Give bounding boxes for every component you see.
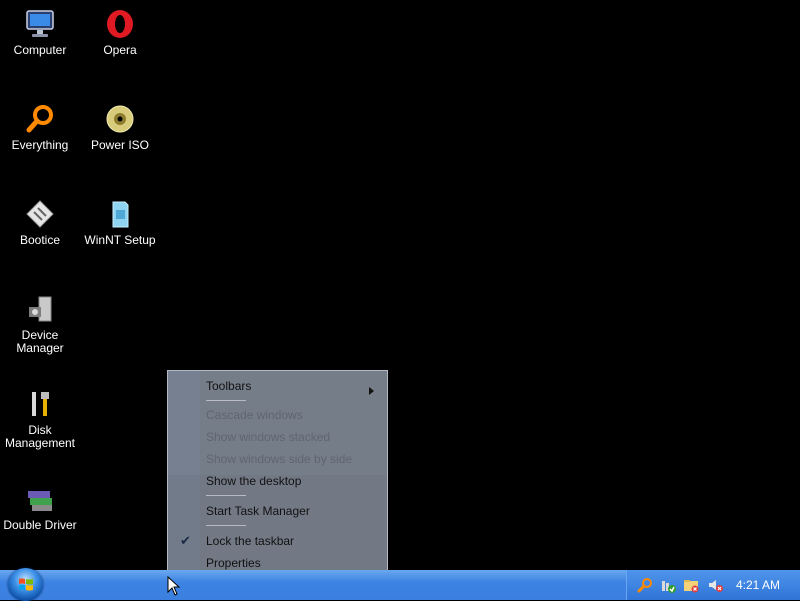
desktop-icon-label: Everything xyxy=(11,138,69,152)
disk-management-icon xyxy=(24,388,56,420)
desktop-icon-label: Double Driver xyxy=(3,518,77,532)
mouse-cursor-icon xyxy=(167,576,181,596)
opera-icon xyxy=(104,8,136,40)
menu-item-label: Show windows stacked xyxy=(206,430,331,444)
device-manager-icon xyxy=(24,293,56,325)
double-driver-icon xyxy=(24,483,56,515)
menu-item-show-the-desktop[interactable]: Show the desktop xyxy=(206,474,301,488)
menu-item-start-task-manager[interactable]: Start Task Manager xyxy=(206,504,310,518)
winnt-setup-icon xyxy=(104,198,136,230)
menu-item-label: Lock the taskbar xyxy=(206,534,295,548)
speaker-muted-icon[interactable] xyxy=(707,577,723,593)
folder-icon[interactable] xyxy=(683,577,699,593)
menu-item-label: Cascade windows xyxy=(206,408,303,422)
desktop-icon-label: WinNT Setup xyxy=(84,233,156,247)
clock[interactable]: 4:21 AM xyxy=(736,578,780,592)
desktop-icon-label: Device Manager xyxy=(16,328,64,355)
desktop-icon-computer[interactable]: Computer xyxy=(0,2,80,57)
menu-item-toolbars[interactable]: Toolbars xyxy=(206,379,384,395)
taskbar-context-menu: Toolbars Cascade windows Show windows st… xyxy=(167,370,388,576)
search-icon[interactable] xyxy=(637,577,653,593)
desktop-icon-opera[interactable]: Opera xyxy=(80,2,160,57)
menu-item-lock-the-taskbar[interactable]: Lock the taskbar xyxy=(206,534,294,548)
search-icon xyxy=(24,103,56,135)
desktop-icon-bootice[interactable]: Bootice xyxy=(0,192,80,247)
menu-separator xyxy=(206,525,246,526)
menu-item-show-windows-stacked[interactable]: Show windows stacked xyxy=(206,430,330,444)
desktop-icon-label: Bootice xyxy=(19,233,61,247)
menu-item-label: Show the desktop xyxy=(206,474,302,488)
shield-check-icon[interactable] xyxy=(660,577,676,593)
taskbar[interactable]: 4:21 AM xyxy=(0,568,800,601)
start-button[interactable] xyxy=(8,568,43,601)
menu-separator xyxy=(206,495,246,496)
system-tray: 4:21 AM xyxy=(626,570,800,600)
disc-icon xyxy=(104,103,136,135)
desktop-icon-device-manager[interactable]: Device Manager xyxy=(0,287,80,355)
desktop-icon-double-driver[interactable]: Double Driver xyxy=(0,477,80,532)
desktop-icon-label: Disk Management xyxy=(4,423,76,450)
desktop-icon-everything[interactable]: Everything xyxy=(0,97,80,152)
bootice-icon xyxy=(24,198,56,230)
desktop-icon-label: Computer xyxy=(13,43,67,57)
menu-item-label: Start Task Manager xyxy=(206,504,310,518)
windows-logo-icon xyxy=(19,578,33,591)
menu-separator xyxy=(206,400,246,401)
desktop-icon-winnt-setup[interactable]: WinNT Setup xyxy=(80,192,160,247)
menu-item-show-windows-side-by-side[interactable]: Show windows side by side xyxy=(206,452,352,466)
menu-item-label: Toolbars xyxy=(206,379,252,393)
menu-item-properties[interactable]: Properties xyxy=(206,556,261,570)
check-icon: ✔ xyxy=(180,533,191,548)
desktop: Computer Opera Everything Power ISO Boot… xyxy=(0,0,800,570)
submenu-arrow-icon xyxy=(369,387,374,395)
menu-item-label: Properties xyxy=(206,556,261,570)
desktop-icon-label: Opera xyxy=(103,43,137,57)
desktop-icon-disk-management[interactable]: Disk Management xyxy=(0,382,80,450)
menu-lower-highlight xyxy=(168,475,387,575)
menu-item-label: Show windows side by side xyxy=(206,452,353,466)
computer-icon xyxy=(24,8,56,40)
menu-item-cascade-windows[interactable]: Cascade windows xyxy=(206,408,303,422)
desktop-icon-label: Power ISO xyxy=(90,138,150,152)
desktop-icon-power-iso[interactable]: Power ISO xyxy=(80,97,160,152)
